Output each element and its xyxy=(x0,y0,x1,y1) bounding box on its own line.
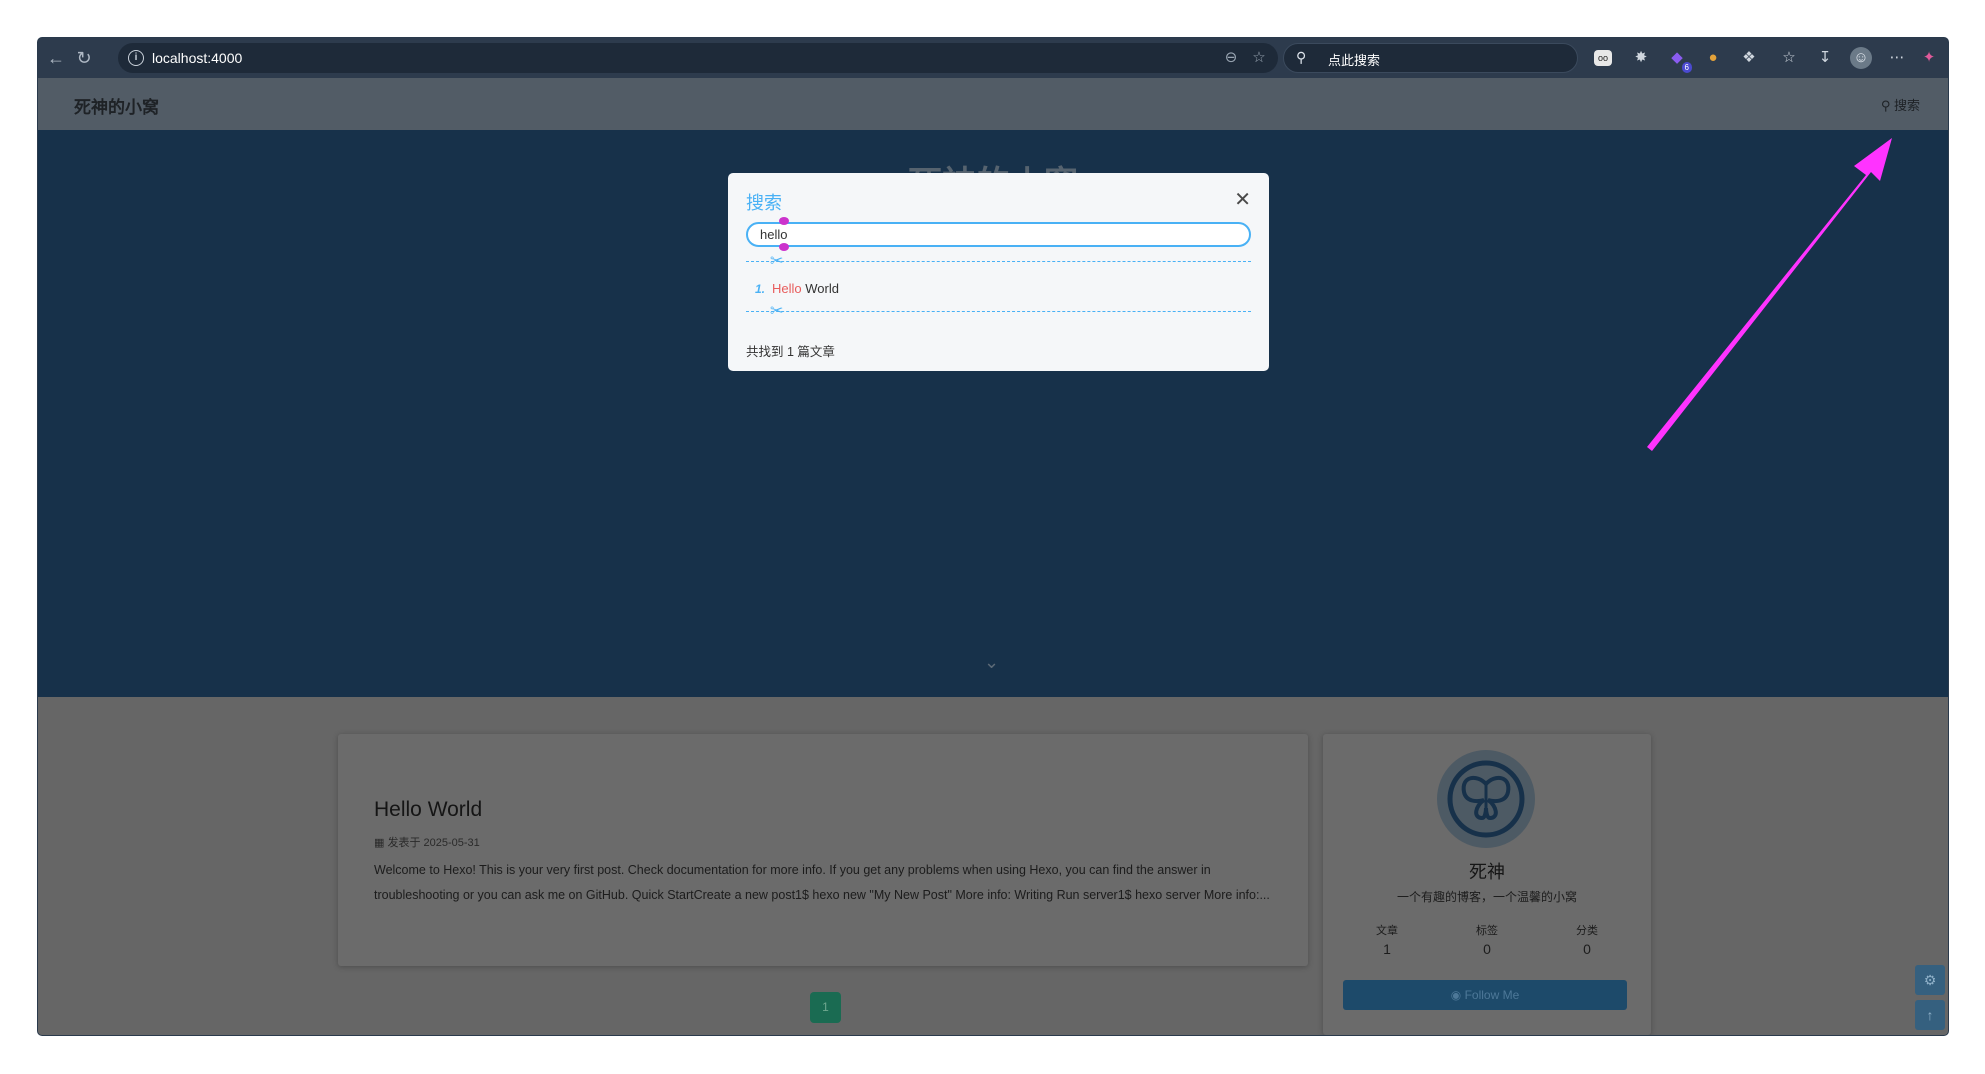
result-index: 1. xyxy=(755,282,766,296)
more-menu-icon[interactable]: ⋯ xyxy=(1886,47,1908,69)
browser-window: ← ↻ i localhost:4000 ⊖ ☆ ⚲ 点此搜索 oo ✸ ◆ 6… xyxy=(38,38,1948,1035)
site-info-icon[interactable]: i xyxy=(128,50,144,66)
puzzle-icon[interactable]: ❖ xyxy=(1738,47,1760,69)
favorites-icon[interactable]: ☆ xyxy=(1778,47,1800,69)
scissors-icon: ✂ xyxy=(770,253,784,270)
browser-search-box[interactable]: ⚲ 点此搜索 xyxy=(1283,43,1578,73)
search-placeholder: 点此搜索 xyxy=(1328,53,1381,68)
search-result-item[interactable]: 1. Hello World xyxy=(755,281,839,296)
extension-icon[interactable]: ✸ xyxy=(1630,47,1652,69)
post-date: ▦ 发表于 2025-05-31 xyxy=(374,834,480,850)
copilot-icon[interactable]: ✦ xyxy=(1918,47,1940,69)
reload-icon[interactable]: ↻ xyxy=(72,46,96,70)
download-icon[interactable]: ↧ xyxy=(1814,47,1836,69)
address-bar[interactable]: i localhost:4000 ⊖ ☆ xyxy=(118,43,1278,73)
close-icon[interactable]: ✕ xyxy=(1234,187,1251,212)
author-description: 一个有趣的博客，一个温馨的小窝 xyxy=(1396,890,1577,904)
author-card: 死神 一个有趣的博客，一个温馨的小窝 文章 1 标签 0 分类 0 ◉ Foll… xyxy=(1323,734,1651,1035)
stat-label: 标签 xyxy=(1476,925,1498,937)
nav-search-button[interactable]: ⚲ 搜索 xyxy=(1881,95,1920,114)
stat-categories[interactable]: 分类 0 xyxy=(1547,922,1627,957)
stat-label: 分类 xyxy=(1576,925,1598,937)
site-title[interactable]: 死神的小窝 xyxy=(74,93,159,118)
browser-toolbar: ← ↻ i localhost:4000 ⊖ ☆ ⚲ 点此搜索 oo ✸ ◆ 6… xyxy=(38,38,1948,78)
divider xyxy=(746,261,1251,262)
site-navbar: 死神的小窝 ⚲ 搜索 xyxy=(38,78,1948,130)
extension-icon[interactable]: oo xyxy=(1594,50,1612,66)
follow-label: Follow Me xyxy=(1464,988,1520,1002)
marker-pin-icon xyxy=(779,243,789,251)
post-title[interactable]: Hello World xyxy=(374,798,482,822)
search-dialog-title: 搜索 xyxy=(746,193,782,213)
extension-badge: 6 xyxy=(1681,62,1692,73)
search-icon: ⚲ xyxy=(1296,49,1307,65)
nav-search-label: 搜索 xyxy=(1893,98,1920,113)
favorite-star-icon[interactable]: ☆ xyxy=(1248,47,1270,69)
post-card[interactable]: Hello World ▦ 发表于 2025-05-31 Welcome to … xyxy=(338,734,1308,966)
post-date-text: 发表于 2025-05-31 xyxy=(387,837,480,849)
profile-avatar-icon[interactable]: ☺ xyxy=(1850,47,1872,69)
calendar-icon: ▦ xyxy=(374,837,385,849)
result-title-rest: World xyxy=(801,281,839,296)
scissors-icon: ✂ xyxy=(770,303,784,320)
pagination-current[interactable]: 1 xyxy=(810,992,841,1023)
stat-label: 文章 xyxy=(1376,925,1398,937)
search-input[interactable] xyxy=(746,222,1251,247)
search-dialog: 搜索 ✕ ✂ 1. Hello World ✂ 共找到 1 篇文章 xyxy=(728,173,1269,371)
post-excerpt: Welcome to Hexo! This is your very first… xyxy=(374,863,1270,902)
stat-articles[interactable]: 文章 1 xyxy=(1347,922,1427,957)
back-icon[interactable]: ← xyxy=(44,46,68,70)
extension-icon[interactable]: ● xyxy=(1702,47,1724,69)
stat-tags[interactable]: 标签 0 xyxy=(1447,922,1527,957)
marker-pin-icon xyxy=(779,217,789,225)
main-content: Hello World ▦ 发表于 2025-05-31 Welcome to … xyxy=(38,697,1948,1035)
author-name: 死神 xyxy=(1469,862,1505,882)
divider xyxy=(746,311,1251,312)
search-icon: ⚲ xyxy=(1880,98,1891,113)
back-to-top-icon[interactable]: ↑ xyxy=(1915,1000,1945,1030)
stat-value: 0 xyxy=(1583,941,1591,957)
url-text: localhost:4000 xyxy=(152,50,243,66)
result-highlight: Hello xyxy=(772,281,802,296)
github-icon: ◉ xyxy=(1450,988,1462,1002)
search-result-count: 共找到 1 篇文章 xyxy=(746,345,835,359)
follow-me-button[interactable]: ◉ Follow Me xyxy=(1343,980,1627,1010)
avatar xyxy=(1437,750,1535,848)
chevron-down-icon[interactable]: ⌄ xyxy=(984,652,999,673)
settings-gear-icon[interactable]: ⚙ xyxy=(1915,965,1945,995)
zoom-icon[interactable]: ⊖ xyxy=(1220,47,1242,69)
butterfly-icon xyxy=(1447,760,1525,838)
extension-icon[interactable]: ◆ 6 xyxy=(1666,47,1692,73)
stat-value: 1 xyxy=(1383,941,1391,957)
stat-value: 0 xyxy=(1483,941,1491,957)
